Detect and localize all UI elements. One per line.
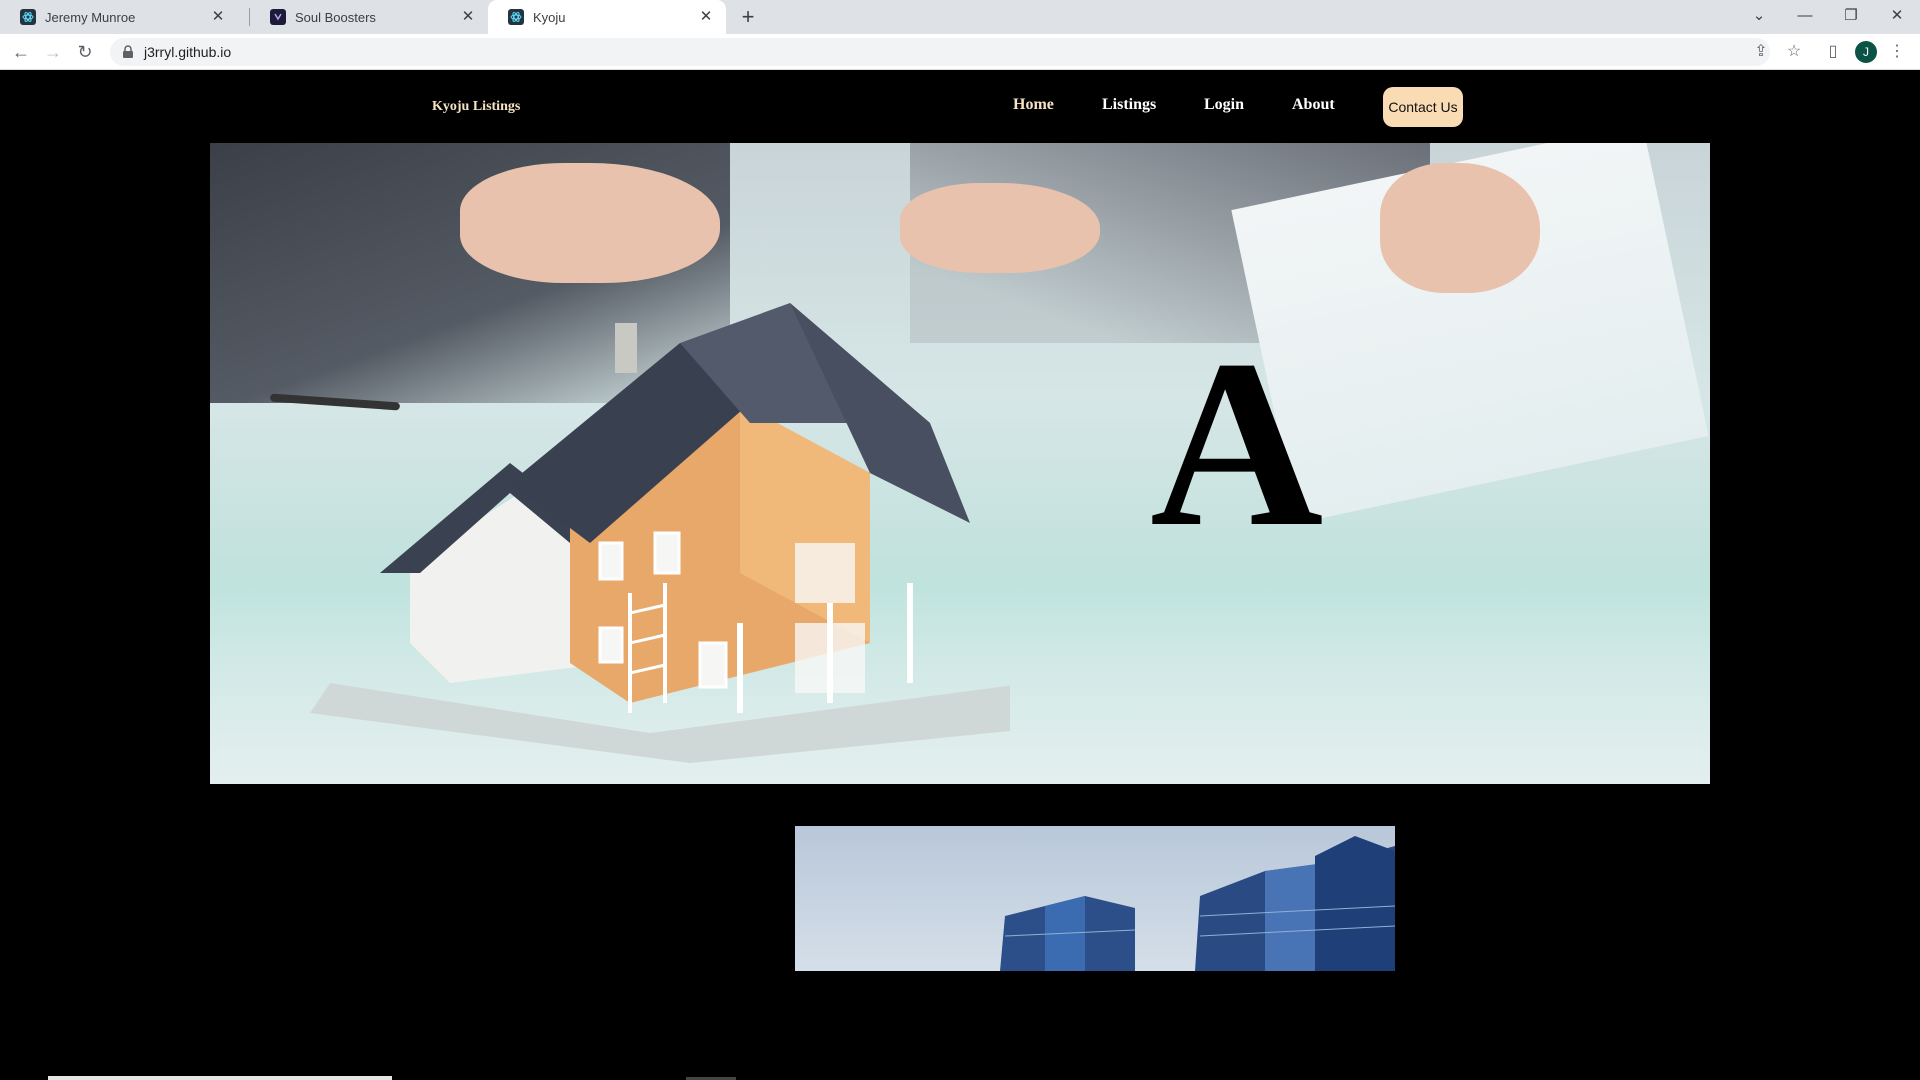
reload-icon[interactable]: ↻ [73, 40, 97, 64]
browser-toolbar: ← → ↻ j3rryl.github.io ⇪ ☆ ▯ J ⋮ [0, 34, 1920, 70]
web-page: Kyoju Listings Home Listings Login About… [0, 71, 1920, 1080]
tab-close-icon[interactable]: ✕ [698, 9, 714, 25]
contact-us-button[interactable]: Contact Us [1383, 87, 1463, 127]
nav-login-link[interactable]: Login [1204, 96, 1244, 114]
minimize-icon[interactable]: — [1782, 0, 1828, 30]
tab-close-icon[interactable]: ✕ [460, 9, 476, 25]
back-arrow-icon[interactable]: ← [9, 40, 33, 64]
close-window-icon[interactable]: ✕ [1874, 0, 1920, 30]
restore-icon[interactable]: ❐ [1828, 0, 1874, 30]
site-navbar: Kyoju Listings Home Listings Login About… [0, 71, 1920, 143]
site-brand[interactable]: Kyoju Listings [432, 99, 520, 115]
site-favicon-icon [270, 9, 286, 25]
browser-tab[interactable]: Jeremy Munroe ✕ [0, 0, 238, 34]
hero-bg-hand [1380, 163, 1540, 293]
house-model-image [310, 303, 1010, 763]
browser-menu-icon[interactable]: ⋮ [1885, 40, 1909, 64]
buildings-image [795, 826, 1395, 971]
forward-arrow-icon[interactable]: → [41, 40, 65, 64]
tab-title: Soul Boosters [295, 9, 376, 25]
tab-close-icon[interactable]: ✕ [210, 9, 226, 25]
tab-title: Jeremy Munroe [45, 9, 136, 25]
lock-icon [122, 45, 136, 59]
side-panel-icon[interactable]: ▯ [1821, 40, 1845, 64]
hero-image: A [210, 143, 1710, 784]
tab-search-chevron-icon[interactable]: ⌄ [1736, 0, 1782, 30]
share-icon[interactable]: ⇪ [1749, 40, 1773, 64]
url-text: j3rryl.github.io [144, 44, 232, 60]
nav-listings-link[interactable]: Listings [1102, 96, 1156, 114]
nav-about-link[interactable]: About [1292, 96, 1335, 114]
react-favicon-icon [20, 9, 36, 25]
profile-avatar[interactable]: J [1855, 41, 1877, 63]
nav-home-link[interactable]: Home [1013, 96, 1054, 114]
browser-tab-active[interactable]: Kyoju ✕ [488, 0, 726, 34]
react-favicon-icon [508, 9, 524, 25]
new-tab-plus-icon[interactable]: + [736, 6, 760, 30]
browser-tab-bar: Jeremy Munroe ✕ Soul Boosters ✕ Kyoju ✕ … [0, 0, 1920, 34]
hero-letter: A [1150, 310, 1324, 576]
address-bar[interactable]: j3rryl.github.io [110, 38, 1770, 66]
scrollbar-thumb[interactable] [48, 1076, 392, 1080]
bookmark-star-icon[interactable]: ☆ [1782, 40, 1806, 64]
browser-tab[interactable]: Soul Boosters ✕ [250, 0, 488, 34]
tab-title: Kyoju [533, 9, 566, 25]
